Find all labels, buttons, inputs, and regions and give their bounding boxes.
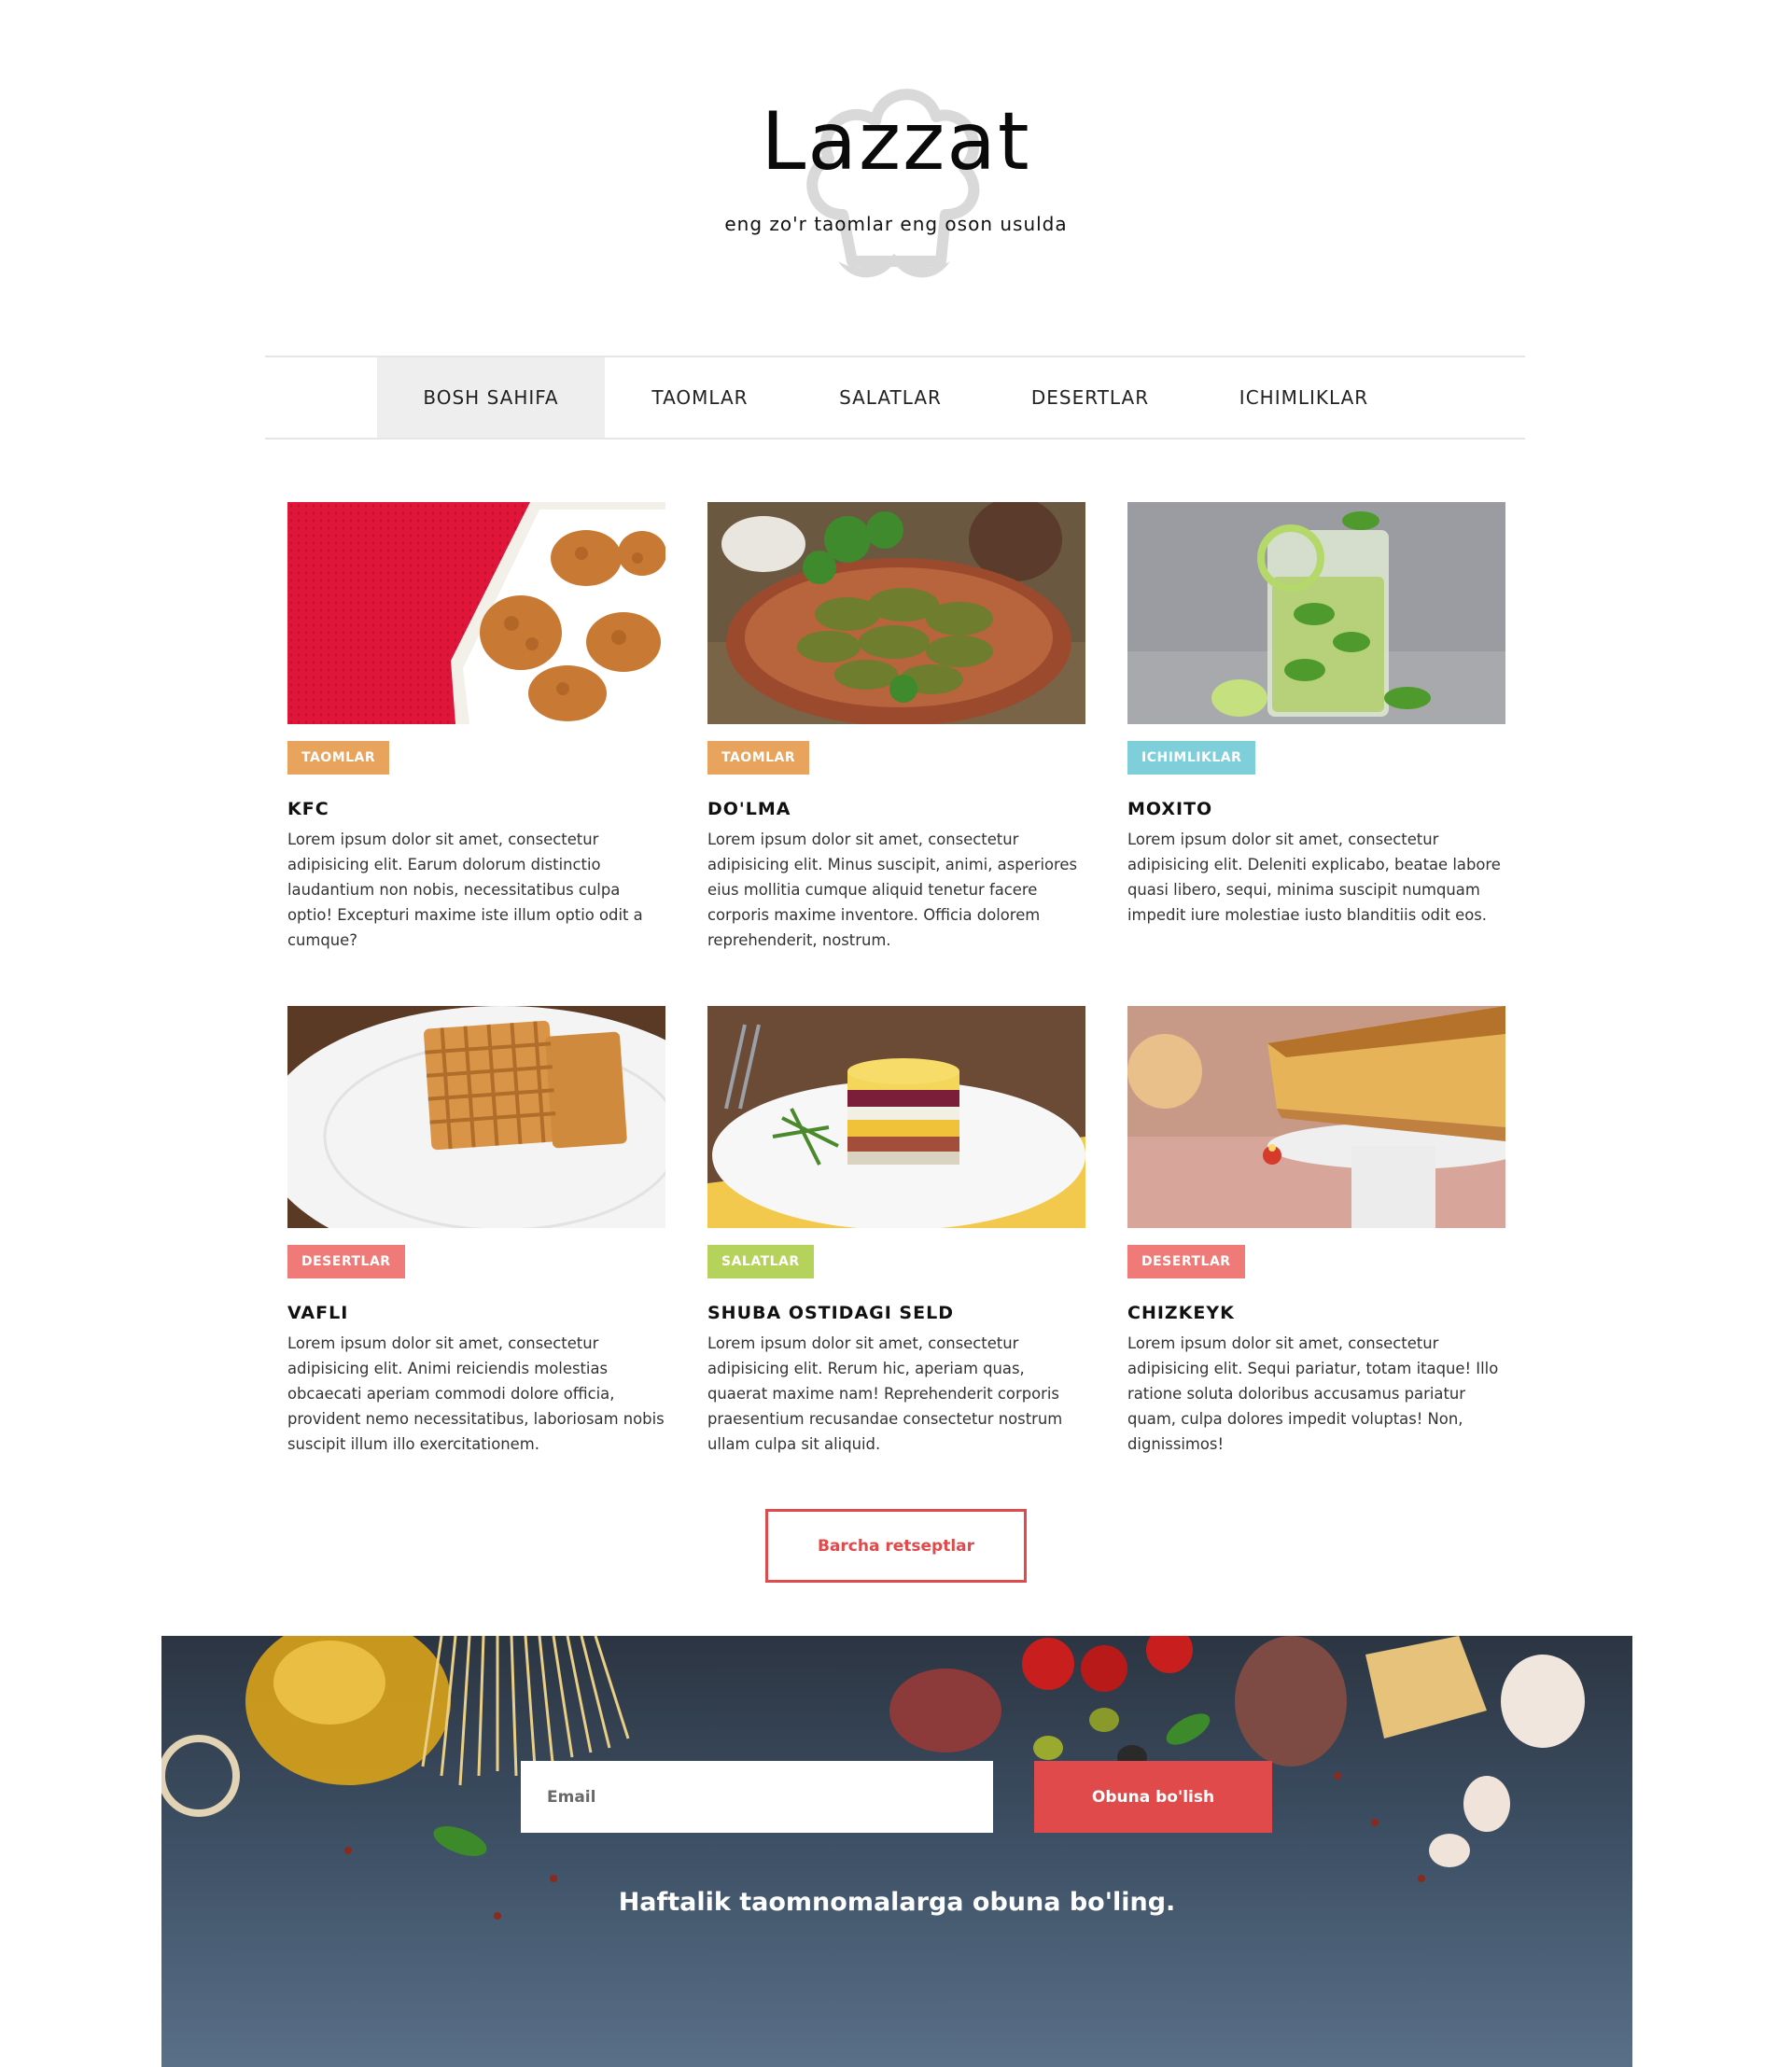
- newsletter-text: Haftalik taomnomalarga obuna bo'ling.: [618, 1888, 1176, 1917]
- category-badge[interactable]: DESERTLAR: [1127, 1245, 1245, 1278]
- dolma-image[interactable]: [707, 502, 1085, 724]
- recipe-description: Lorem ipsum dolor sit amet, consectetur …: [707, 831, 1078, 949]
- recipe-card[interactable]: TAOMLAR KFC Lorem ipsum dolor sit amet, …: [287, 502, 665, 949]
- all-recipes-button[interactable]: Barcha retseptlar: [765, 1509, 1027, 1583]
- recipe-card[interactable]: ICHIMLIKLAR MOXITO Lorem ipsum dolor sit…: [1127, 502, 1505, 924]
- newsletter-section: Obuna bo'lish Haftalik taomnomalarga obu…: [161, 1636, 1632, 2067]
- nav-item-desertlar[interactable]: DESERTLAR: [986, 357, 1195, 438]
- recipe-description: Lorem ipsum dolor sit amet, consectetur …: [287, 1334, 665, 1453]
- site-logo-title[interactable]: Lazzat: [0, 95, 1792, 189]
- recipe-card[interactable]: DESERTLAR CHIZKEYK Lorem ipsum dolor sit…: [1127, 1006, 1505, 1453]
- fried-chicken-image[interactable]: [287, 502, 665, 724]
- waffle-image[interactable]: [287, 1006, 665, 1228]
- mojito-image[interactable]: [1127, 502, 1505, 724]
- recipe-title[interactable]: DO'LMA: [707, 799, 791, 819]
- recipe-title[interactable]: KFC: [287, 799, 329, 819]
- site-tagline: eng zo'r taomlar eng oson usulda: [724, 213, 1068, 235]
- category-badge[interactable]: DESERTLAR: [287, 1245, 405, 1278]
- main-navigation: BOSH SAHIFA TAOMLAR SALATLAR DESERTLAR I…: [265, 356, 1525, 440]
- recipe-description: Lorem ipsum dolor sit amet, consectetur …: [1127, 831, 1501, 924]
- recipe-description: Lorem ipsum dolor sit amet, consectetur …: [1127, 1334, 1499, 1453]
- nav-item-salatlar[interactable]: SALATLAR: [795, 357, 986, 438]
- recipe-card[interactable]: TAOMLAR DO'LMA Lorem ipsum dolor sit ame…: [707, 502, 1085, 949]
- subscribe-button[interactable]: Obuna bo'lish: [1034, 1761, 1272, 1833]
- newsletter-background-image: [161, 1636, 1632, 2067]
- recipe-description: Lorem ipsum dolor sit amet, consectetur …: [707, 1334, 1063, 1453]
- recipe-card[interactable]: SALATLAR SHUBA OSTIDAGI SELD Lorem ipsum…: [707, 1006, 1085, 1453]
- recipe-card[interactable]: DESERTLAR VAFLI Lorem ipsum dolor sit am…: [287, 1006, 665, 1453]
- email-field[interactable]: [521, 1761, 993, 1833]
- recipe-title[interactable]: MOXITO: [1127, 799, 1212, 819]
- recipe-title[interactable]: CHIZKEYK: [1127, 1303, 1235, 1323]
- category-badge[interactable]: TAOMLAR: [287, 741, 390, 775]
- cheesecake-image[interactable]: [1127, 1006, 1505, 1228]
- category-badge[interactable]: TAOMLAR: [707, 741, 810, 775]
- recipe-description: Lorem ipsum dolor sit amet, consectetur …: [287, 831, 643, 949]
- layered-salad-image[interactable]: [707, 1006, 1085, 1228]
- nav-item-taomlar[interactable]: TAOMLAR: [605, 357, 795, 438]
- site-header: Lazzat eng zo'r taomlar eng oson usulda: [0, 0, 1792, 355]
- recipe-title[interactable]: SHUBA OSTIDAGI SELD: [707, 1303, 954, 1323]
- category-badge[interactable]: SALATLAR: [707, 1245, 814, 1278]
- recipe-title[interactable]: VAFLI: [287, 1303, 348, 1323]
- nav-list: BOSH SAHIFA TAOMLAR SALATLAR DESERTLAR I…: [377, 357, 1413, 438]
- category-badge[interactable]: ICHIMLIKLAR: [1127, 741, 1256, 775]
- nav-item-ichimliklar[interactable]: ICHIMLIKLAR: [1195, 357, 1413, 438]
- nav-item-bosh-sahifa[interactable]: BOSH SAHIFA: [377, 357, 605, 438]
